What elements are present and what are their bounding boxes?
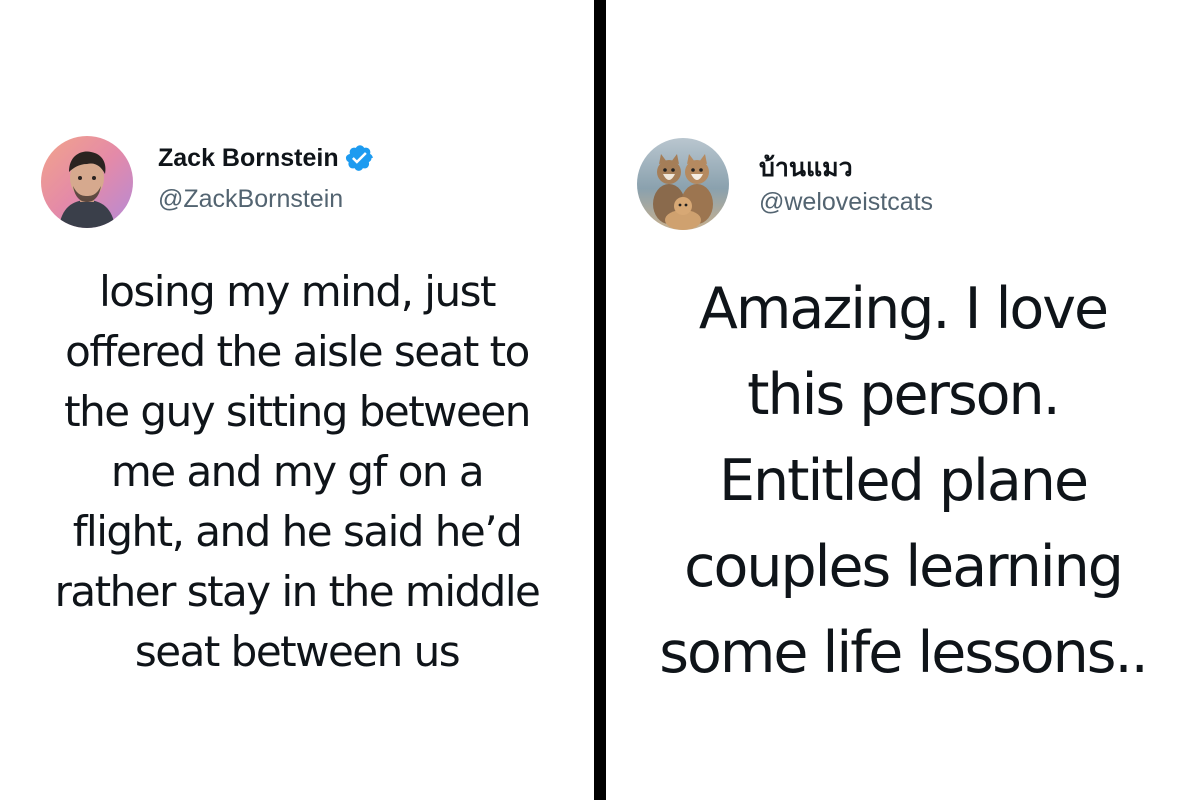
verified-badge-icon (345, 143, 375, 173)
avatar[interactable] (637, 138, 729, 230)
avatar[interactable] (41, 136, 133, 228)
center-divider (594, 0, 606, 800)
tweet-text: Amazing. I love this person. Entitled pl… (659, 276, 1148, 686)
person-portrait-avatar-icon (41, 136, 133, 228)
tweet-card-left: Zack Bornstein @ZackBornstein losing my … (0, 0, 594, 800)
tweet-card-right: บ้านแมว @weloveistcats Amazing. I love t… (606, 0, 1200, 800)
cats-photo-avatar-icon (637, 138, 729, 230)
display-name[interactable]: Zack Bornstein (158, 143, 375, 173)
display-name-text: Zack Bornstein (158, 143, 339, 172)
display-name-text: บ้านแมว (759, 154, 853, 182)
user-handle[interactable]: @weloveistcats (759, 188, 933, 217)
tweet-comparison-image: Zack Bornstein @ZackBornstein losing my … (0, 0, 1200, 800)
display-name[interactable]: บ้านแมว (759, 148, 853, 188)
tweet-text: losing my mind, just offered the aisle s… (54, 267, 541, 676)
user-handle[interactable]: @ZackBornstein (158, 185, 343, 214)
